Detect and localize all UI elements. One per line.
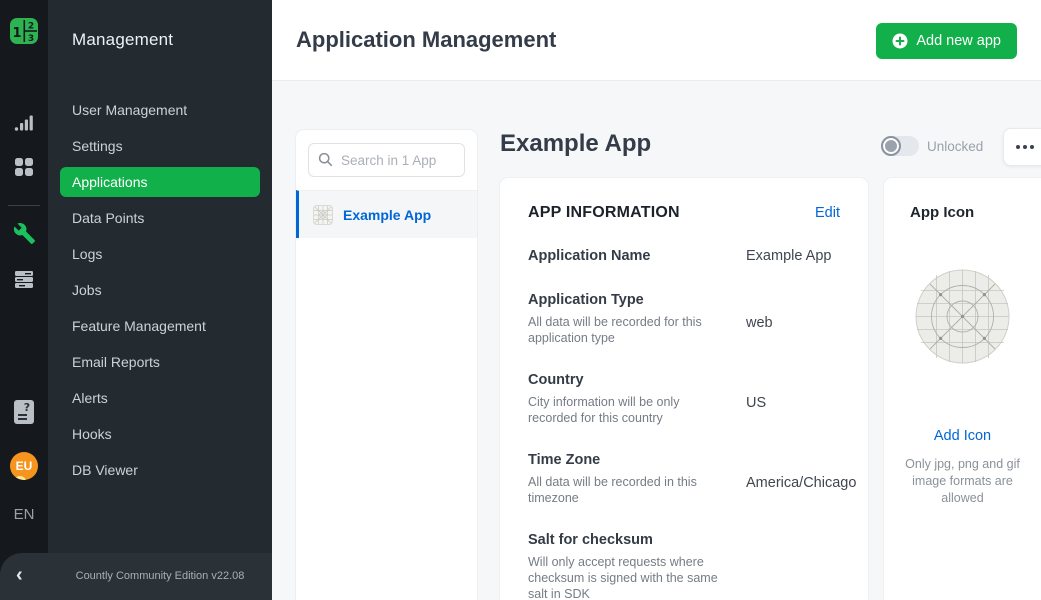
app-list-item-example-app[interactable]: Example App [296,190,477,238]
sidebar-item-user-management[interactable]: User Management [48,92,272,128]
edit-link[interactable]: Edit [815,205,840,221]
sidebar-item-applications[interactable]: Applications [60,167,260,197]
field-value: America/Chicago [746,451,856,506]
sidebar-menu: User Management Settings Applications Da… [48,92,272,488]
field-application-name: Application Name Example App [528,247,840,266]
version-label: Countly Community Edition v22.08 [48,570,272,582]
field-label: Time Zone [528,451,746,470]
countly-logo[interactable]: 1 2 3 [0,16,48,46]
field-description: Will only accept requests where checksum… [528,554,728,600]
app-icon-title: App Icon [884,204,1041,221]
sidebar-menu-panel: Management User Management Settings Appl… [48,0,272,600]
sidebar-section-title: Management [72,30,173,50]
page-header: Application Management Add new app [272,0,1041,81]
rail-divider [8,205,40,206]
app-list-item-label: Example App [343,207,431,223]
sidebar-footer: ‹ Countly Community Edition v22.08 [0,553,272,600]
wrench-icon[interactable] [0,222,48,245]
svg-text:1: 1 [12,26,21,41]
selected-app-title: Example App [500,130,651,158]
page-title: Application Management [296,27,556,53]
field-label: Country [528,371,746,390]
app-thumbnail-icon [313,205,333,225]
field-application-type: Application Type All data will be record… [528,291,840,346]
sidebar-item-hooks[interactable]: Hooks [48,416,272,452]
sidebar-item-feature-management[interactable]: Feature Management [48,308,272,344]
app-information-title: APP INFORMATION [528,204,680,222]
field-value: US [746,371,840,426]
language-selector[interactable]: EN [0,506,48,523]
ellipsis-icon [1016,145,1020,149]
svg-text:3: 3 [28,34,34,44]
apps-grid-icon[interactable] [0,156,48,178]
sidebar-item-data-points[interactable]: Data Points [48,200,272,236]
icon-format-note: Only jpg, png and gif image formats are … [902,456,1023,507]
sidebar-item-jobs[interactable]: Jobs [48,272,272,308]
field-description: All data will be recorded for this appli… [528,314,728,346]
search-icon [318,152,333,172]
plus-circle-icon [892,33,908,49]
collapse-sidebar-icon[interactable]: ‹ [16,564,23,586]
field-value [746,531,840,600]
add-new-app-button[interactable]: Add new app [876,23,1017,59]
help-icon[interactable]: ? [0,398,48,426]
sidebar-item-db-viewer[interactable]: DB Viewer [48,452,272,488]
field-country: Country City information will be only re… [528,371,840,426]
user-avatar[interactable]: EU [10,452,38,480]
app-information-card: APP INFORMATION Edit Application Name Ex… [500,178,868,600]
add-new-app-label: Add new app [916,33,1001,49]
app-icon-card: App Icon Add Icon Only jpg, png and gif … [884,178,1041,600]
field-salt-for-checksum: Salt for checksum Will only accept reque… [528,531,840,600]
field-label: Salt for checksum [528,531,746,550]
svg-text:2: 2 [28,22,34,32]
field-time-zone: Time Zone All data will be recorded in t… [528,451,840,506]
field-value: Example App [746,247,840,266]
field-description: All data will be recorded in this timezo… [528,474,728,506]
field-label: Application Type [528,291,746,310]
sidebar-item-logs[interactable]: Logs [48,236,272,272]
lock-state-label: Unlocked [927,139,983,154]
server-icon[interactable] [0,268,48,290]
sidebar-item-email-reports[interactable]: Email Reports [48,344,272,380]
field-label: Application Name [528,247,746,266]
svg-text:?: ? [24,401,30,414]
app-icon-placeholder [915,269,1010,364]
sidebar-item-settings[interactable]: Settings [48,128,272,164]
more-options-button[interactable] [1003,128,1041,166]
analytics-icon[interactable] [0,112,48,134]
app-list-card: Example App [296,130,477,600]
lock-toggle[interactable] [881,136,919,156]
field-description: City information will be only recorded f… [528,394,728,426]
field-value: web [746,291,840,346]
sidebar-item-alerts[interactable]: Alerts [48,380,272,416]
lock-toggle-knob [881,136,901,156]
add-icon-link[interactable]: Add Icon [884,428,1041,444]
sidebar-icon-rail: 1 2 3 [0,0,48,600]
